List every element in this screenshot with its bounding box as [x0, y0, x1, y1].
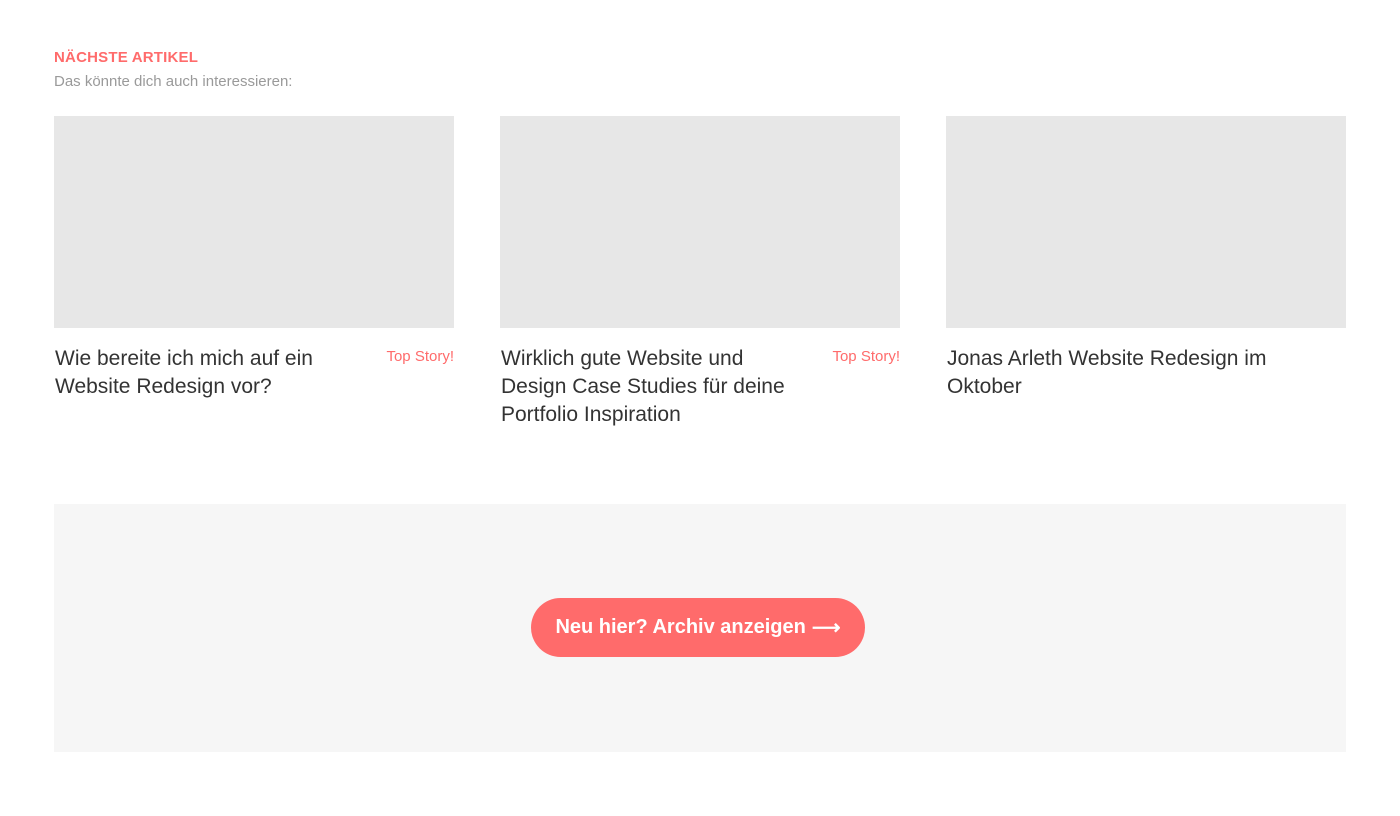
- article-meta: Jonas Arleth Website Redesign im Oktober: [946, 345, 1346, 401]
- article-meta: Wirklich gute Website und Design Case St…: [500, 345, 900, 429]
- article-title[interactable]: Wirklich gute Website und Design Case St…: [501, 345, 801, 429]
- top-story-badge: Top Story!: [386, 348, 454, 365]
- section-subtitle: Das könnte dich auch interessieren:: [54, 73, 293, 90]
- article-thumbnail[interactable]: [500, 116, 900, 328]
- archive-cta-panel: Neu hier? Archiv anzeigen ⟶: [54, 504, 1346, 752]
- article-card[interactable]: Wirklich gute Website und Design Case St…: [500, 116, 900, 429]
- article-thumbnail[interactable]: [946, 116, 1346, 328]
- article-card[interactable]: Jonas Arleth Website Redesign im Oktober: [946, 116, 1346, 429]
- section-eyebrow: NÄCHSTE ARTIKEL: [54, 49, 199, 66]
- article-title[interactable]: Wie bereite ich mich auf ein Website Red…: [55, 345, 355, 401]
- article-meta: Wie bereite ich mich auf ein Website Red…: [54, 345, 454, 401]
- top-story-badge: Top Story!: [832, 348, 900, 365]
- show-archive-label: Neu hier? Archiv anzeigen: [555, 615, 806, 638]
- article-card-list: Wie bereite ich mich auf ein Website Red…: [54, 116, 1346, 429]
- article-thumbnail[interactable]: [54, 116, 454, 328]
- article-title[interactable]: Jonas Arleth Website Redesign im Oktober: [947, 345, 1287, 401]
- show-archive-button[interactable]: Neu hier? Archiv anzeigen ⟶: [531, 597, 865, 657]
- article-card[interactable]: Wie bereite ich mich auf ein Website Red…: [54, 116, 454, 429]
- arrow-right-icon: ⟶: [811, 616, 841, 639]
- related-articles-header: NÄCHSTE ARTIKEL Das könnte dich auch int…: [54, 48, 1346, 92]
